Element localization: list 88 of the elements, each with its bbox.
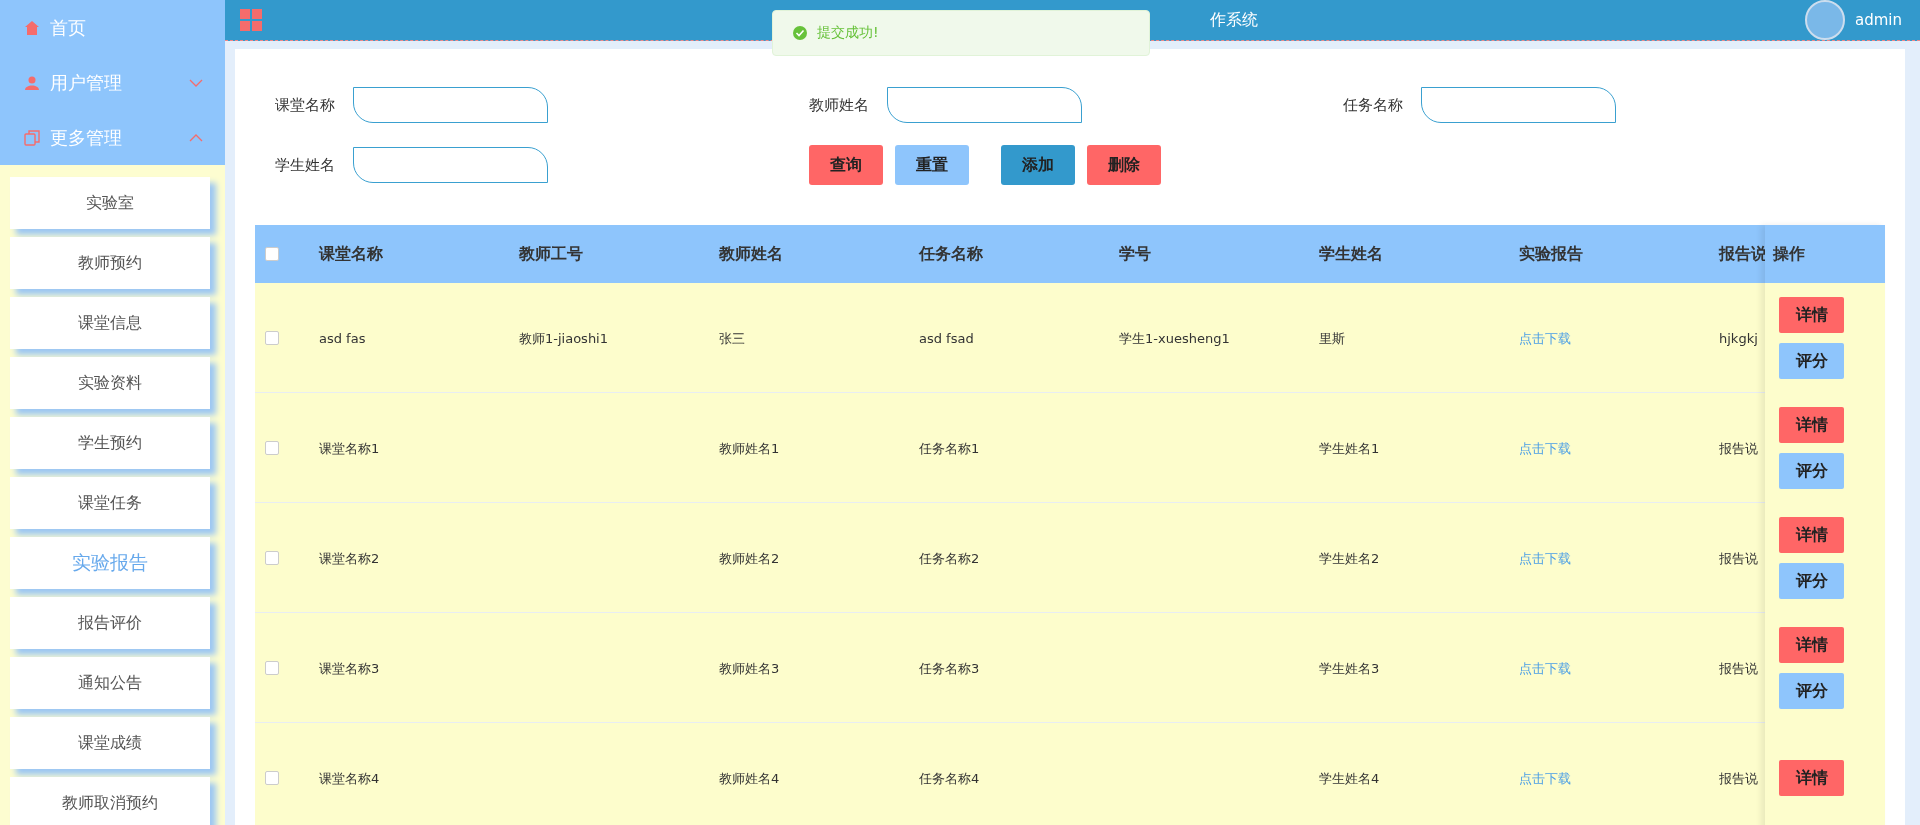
grid-menu-icon[interactable] [240,9,262,31]
row-action-button[interactable]: 评分 [1779,343,1844,379]
success-check-icon [793,26,807,40]
search-field[interactable] [1421,87,1616,123]
table-cell: 教师1-jiaoshi1 [519,330,608,346]
copy-icon [24,129,40,146]
table-cell: 报告说 [1719,770,1758,786]
table-cell: 学生姓名3 [1319,660,1380,676]
chevron-down-icon [189,78,203,87]
submenu-item[interactable]: 课堂成绩 [10,717,210,769]
submenu-item[interactable]: 课堂信息 [10,297,210,349]
username[interactable]: admin [1855,11,1902,29]
submenu-item[interactable]: 报告评价 [10,597,210,649]
field-label: 课堂名称 [275,95,336,115]
row-action-button[interactable]: 详情 [1779,517,1844,553]
submenu-item[interactable]: 通知公告 [10,657,210,709]
table-cell: 学生姓名4 [1319,770,1380,786]
row-action-button[interactable]: 评分 [1779,453,1844,489]
column-header: 任务名称 [919,243,983,263]
table-cell: 张三 [719,330,745,346]
search-field[interactable] [353,147,548,183]
action-button[interactable]: 删除 [1087,145,1161,185]
table-cell: 任务名称4 [919,770,980,786]
row-action-button[interactable]: 详情 [1779,297,1844,333]
row-action-button[interactable]: 详情 [1779,407,1844,443]
table-cell: 报告说 [1719,440,1758,456]
submenu-item[interactable]: 实验资料 [10,357,210,409]
submenu-item[interactable]: 教师预约 [10,237,210,289]
download-link[interactable]: 点击下载 [1519,440,1571,456]
table-cell: 报告说 [1719,550,1758,566]
download-link[interactable]: 点击下载 [1519,550,1571,566]
checkbox[interactable] [265,770,279,785]
table-cell: 里斯 [1319,330,1345,346]
checkbox[interactable] [265,550,279,565]
field-label: 学生姓名 [275,155,336,175]
toast-message: 提交成功! [817,24,879,42]
table-cell: 任务名称2 [919,550,980,566]
column-header: 操作 [1765,225,1885,283]
table-cell: 学生1-xuesheng1 [1119,330,1230,346]
row-action-button[interactable]: 评分 [1779,563,1844,599]
field-label: 任务名称 [1343,95,1404,115]
column-header: 学号 [1119,243,1151,263]
table-cell: 学生姓名2 [1319,550,1380,566]
table-cell: 任务名称1 [919,440,980,456]
column-header: 实验报告 [1519,243,1583,263]
table-cell: 教师姓名4 [719,770,780,786]
column-header: 教师工号 [519,243,583,263]
action-button[interactable]: 重置 [895,145,969,185]
action-button[interactable]: 查询 [809,145,883,185]
submenu-item[interactable]: 教师取消预约 [10,777,210,825]
chevron-up-icon [189,133,203,142]
table-cell: 教师姓名3 [719,660,780,676]
submenu-item[interactable]: 学生预约 [10,417,210,469]
row-action-button[interactable]: 详情 [1779,627,1844,663]
column-header: 教师姓名 [719,243,783,263]
checkbox[interactable] [265,330,279,345]
user-icon [24,74,40,91]
column-header: 学生姓名 [1319,243,1383,263]
avatar[interactable] [1805,0,1845,40]
table-cell: 教师姓名2 [719,550,780,566]
table-cell: 任务名称3 [919,660,980,676]
submenu-item[interactable]: 实验室 [10,177,210,229]
system-title: 作系统 [1208,9,1258,31]
download-link[interactable]: 点击下载 [1519,770,1571,786]
table-cell: 课堂名称4 [319,770,380,786]
table-cell: asd fsad [919,331,974,346]
table-cell: asd fas [319,331,366,346]
table-cell: hjkgkj [1719,331,1758,346]
download-link[interactable]: 点击下载 [1519,330,1571,346]
table-cell: 教师姓名1 [719,440,780,456]
search-field[interactable] [353,87,548,123]
table-cell: 学生姓名1 [1319,440,1380,456]
checkbox[interactable] [265,660,279,675]
submenu-item[interactable]: 课堂任务 [10,477,210,529]
field-label: 教师姓名 [809,95,870,115]
checkbox[interactable] [265,440,279,455]
table-cell: 课堂名称2 [319,550,380,566]
column-header: 课堂名称 [319,243,383,263]
table-cell: 课堂名称1 [319,440,380,456]
search-field[interactable] [887,87,1082,123]
checkbox[interactable] [265,247,279,261]
home-icon [24,19,40,36]
download-link[interactable]: 点击下载 [1519,660,1571,676]
action-button[interactable]: 添加 [1001,145,1075,185]
row-action-button[interactable]: 详情 [1779,760,1844,796]
table-cell: 课堂名称3 [319,660,380,676]
table-cell: 报告说 [1719,660,1758,676]
row-action-button[interactable]: 评分 [1779,673,1844,709]
